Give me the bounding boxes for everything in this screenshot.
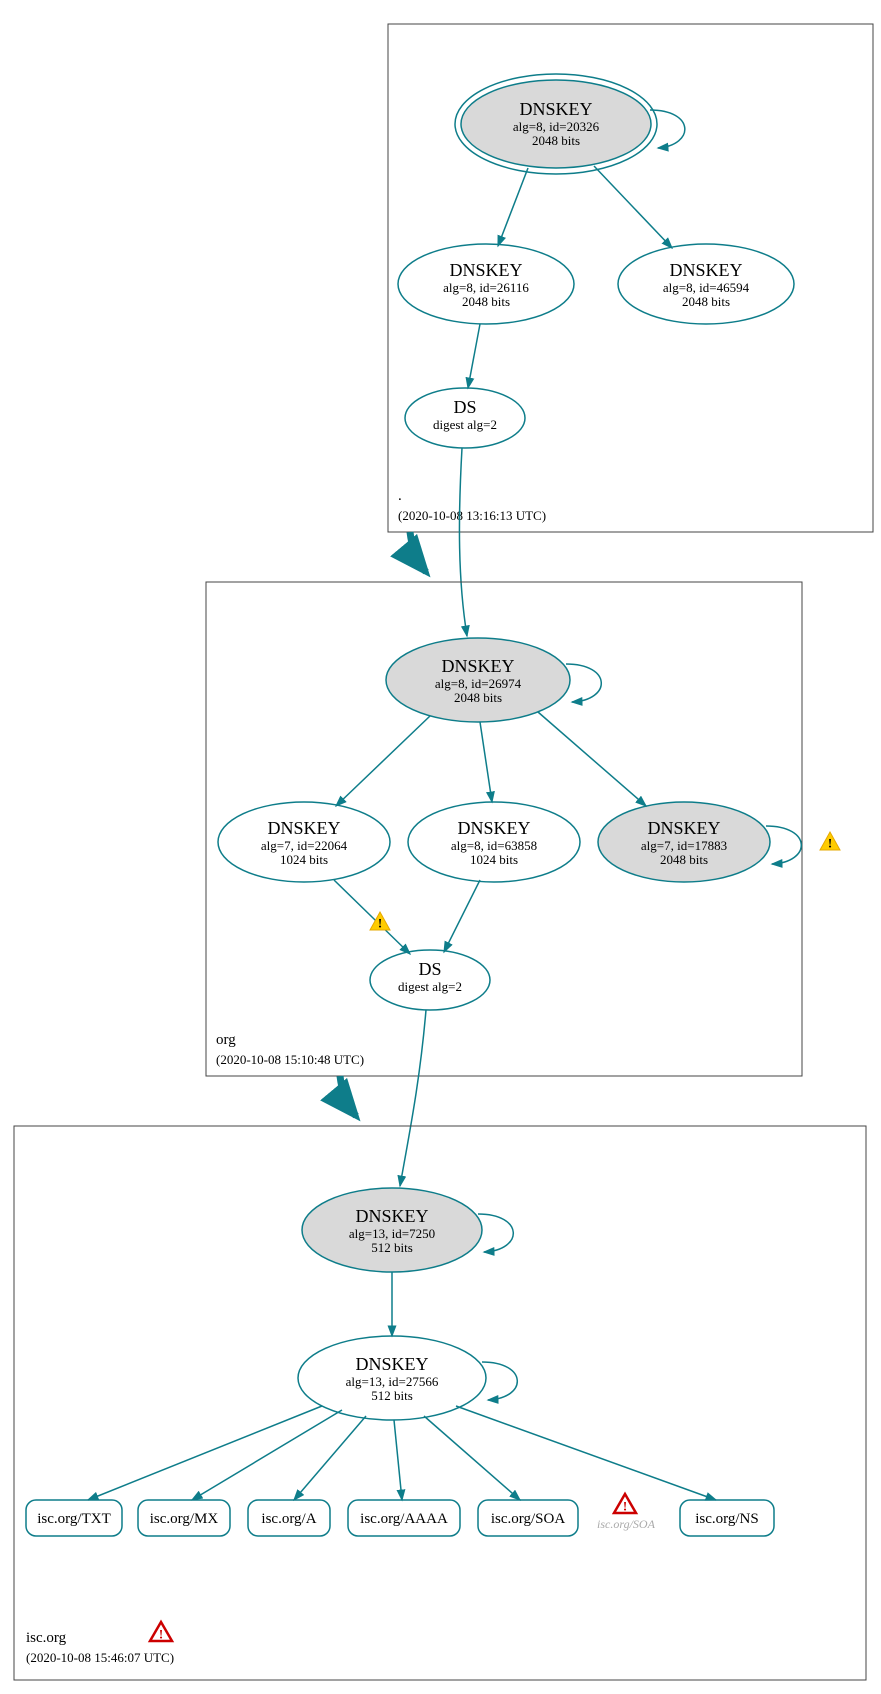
edge-deleg-org-isc	[340, 1076, 356, 1116]
zone-org: org (2020-10-08 15:10:48 UTC) DNSKEY alg…	[206, 582, 840, 1076]
svg-text:isc.org/MX: isc.org/MX	[150, 1511, 219, 1527]
edge-deleg-root-org	[410, 532, 426, 572]
svg-text:DNSKEY: DNSKEY	[669, 260, 742, 280]
svg-text:alg=8, id=26116: alg=8, id=26116	[443, 280, 529, 295]
rr-soa: isc.org/SOA	[478, 1500, 578, 1536]
svg-text:2048 bits: 2048 bits	[532, 133, 580, 148]
svg-text:alg=13, id=7250: alg=13, id=7250	[349, 1226, 435, 1241]
node-org-ksk: DNSKEY alg=8, id=26974 2048 bits	[386, 638, 601, 722]
rr-a: isc.org/A	[248, 1500, 330, 1536]
dnssec-diagram: . (2020-10-08 13:16:13 UTC) DNSKEY alg=8…	[0, 0, 881, 1694]
node-org-k3: DNSKEY alg=7, id=17883 2048 bits	[598, 802, 801, 882]
error-icon: !	[614, 1494, 636, 1514]
svg-text:!: !	[378, 916, 382, 931]
svg-text:DNSKEY: DNSKEY	[355, 1354, 428, 1374]
rr-mx: isc.org/MX	[138, 1500, 230, 1536]
svg-text:DS: DS	[453, 397, 476, 417]
svg-text:digest alg=2: digest alg=2	[398, 979, 462, 994]
svg-text:DNSKEY: DNSKEY	[449, 260, 522, 280]
svg-text:DS: DS	[418, 959, 441, 979]
node-root-zsk1: DNSKEY alg=8, id=26116 2048 bits	[398, 244, 574, 324]
zone-isc-ts: (2020-10-08 15:46:07 UTC)	[26, 1650, 174, 1665]
svg-text:1024 bits: 1024 bits	[470, 852, 518, 867]
node-root-ksk: DNSKEY alg=8, id=20326 2048 bits	[455, 74, 685, 174]
svg-text:alg=13, id=27566: alg=13, id=27566	[346, 1374, 439, 1389]
node-root-ds: DS digest alg=2	[405, 388, 525, 448]
svg-text:!: !	[623, 1499, 627, 1514]
rr-aaaa: isc.org/AAAA	[348, 1500, 460, 1536]
rr-soa-error: ! isc.org/SOA	[597, 1494, 656, 1531]
svg-text:DNSKEY: DNSKEY	[267, 818, 340, 838]
svg-text:2048 bits: 2048 bits	[454, 690, 502, 705]
svg-text:2048 bits: 2048 bits	[462, 294, 510, 309]
edge-ds-org-isc	[400, 1010, 426, 1186]
zone-isc: isc.org (2020-10-08 15:46:07 UTC) ! DNSK…	[14, 1126, 866, 1680]
svg-text:!: !	[159, 1627, 163, 1642]
svg-text:isc.org/NS: isc.org/NS	[695, 1511, 758, 1527]
svg-text:digest alg=2: digest alg=2	[433, 417, 497, 432]
node-org-k1: DNSKEY alg=7, id=22064 1024 bits	[218, 802, 390, 882]
svg-text:2048 bits: 2048 bits	[660, 852, 708, 867]
node-isc-ksk: DNSKEY alg=13, id=7250 512 bits	[302, 1188, 513, 1272]
rr-ns: isc.org/NS	[680, 1500, 774, 1536]
zone-org-label: org	[216, 1032, 236, 1048]
svg-text:isc.org/SOA: isc.org/SOA	[597, 1517, 656, 1531]
rr-txt: isc.org/TXT	[26, 1500, 122, 1536]
svg-text:alg=7, id=17883: alg=7, id=17883	[641, 838, 727, 853]
svg-text:DNSKEY: DNSKEY	[647, 818, 720, 838]
zone-root-ts: (2020-10-08 13:16:13 UTC)	[398, 508, 546, 523]
node-org-ds: DS digest alg=2	[370, 950, 490, 1010]
warning-icon: !	[370, 912, 390, 931]
svg-text:!: !	[828, 836, 832, 851]
svg-text:alg=7, id=22064: alg=7, id=22064	[261, 838, 348, 853]
zone-org-ts: (2020-10-08 15:10:48 UTC)	[216, 1052, 364, 1067]
svg-text:alg=8, id=26974: alg=8, id=26974	[435, 676, 522, 691]
svg-text:isc.org/TXT: isc.org/TXT	[37, 1511, 110, 1527]
zone-root-label: .	[398, 488, 402, 504]
node-root-zsk2: DNSKEY alg=8, id=46594 2048 bits	[618, 244, 794, 324]
svg-text:isc.org/SOA: isc.org/SOA	[491, 1511, 565, 1527]
svg-text:DNSKEY: DNSKEY	[457, 818, 530, 838]
svg-text:512 bits: 512 bits	[371, 1240, 413, 1255]
warning-icon: !	[820, 832, 840, 851]
error-icon: !	[150, 1622, 172, 1642]
node-org-k2: DNSKEY alg=8, id=63858 1024 bits	[408, 802, 580, 882]
svg-text:512 bits: 512 bits	[371, 1388, 413, 1403]
svg-text:DNSKEY: DNSKEY	[519, 99, 592, 119]
svg-text:alg=8, id=46594: alg=8, id=46594	[663, 280, 750, 295]
svg-text:1024 bits: 1024 bits	[280, 852, 328, 867]
svg-text:2048 bits: 2048 bits	[682, 294, 730, 309]
zone-isc-label: isc.org	[26, 1630, 67, 1646]
node-isc-zsk: DNSKEY alg=13, id=27566 512 bits	[298, 1336, 517, 1420]
svg-text:isc.org/A: isc.org/A	[261, 1511, 316, 1527]
svg-text:alg=8, id=63858: alg=8, id=63858	[451, 838, 537, 853]
zone-root: . (2020-10-08 13:16:13 UTC) DNSKEY alg=8…	[388, 24, 873, 532]
svg-text:isc.org/AAAA: isc.org/AAAA	[360, 1511, 448, 1527]
svg-text:alg=8, id=20326: alg=8, id=20326	[513, 119, 600, 134]
svg-text:DNSKEY: DNSKEY	[441, 656, 514, 676]
svg-text:DNSKEY: DNSKEY	[355, 1206, 428, 1226]
edge-ds-root-org	[459, 448, 467, 636]
